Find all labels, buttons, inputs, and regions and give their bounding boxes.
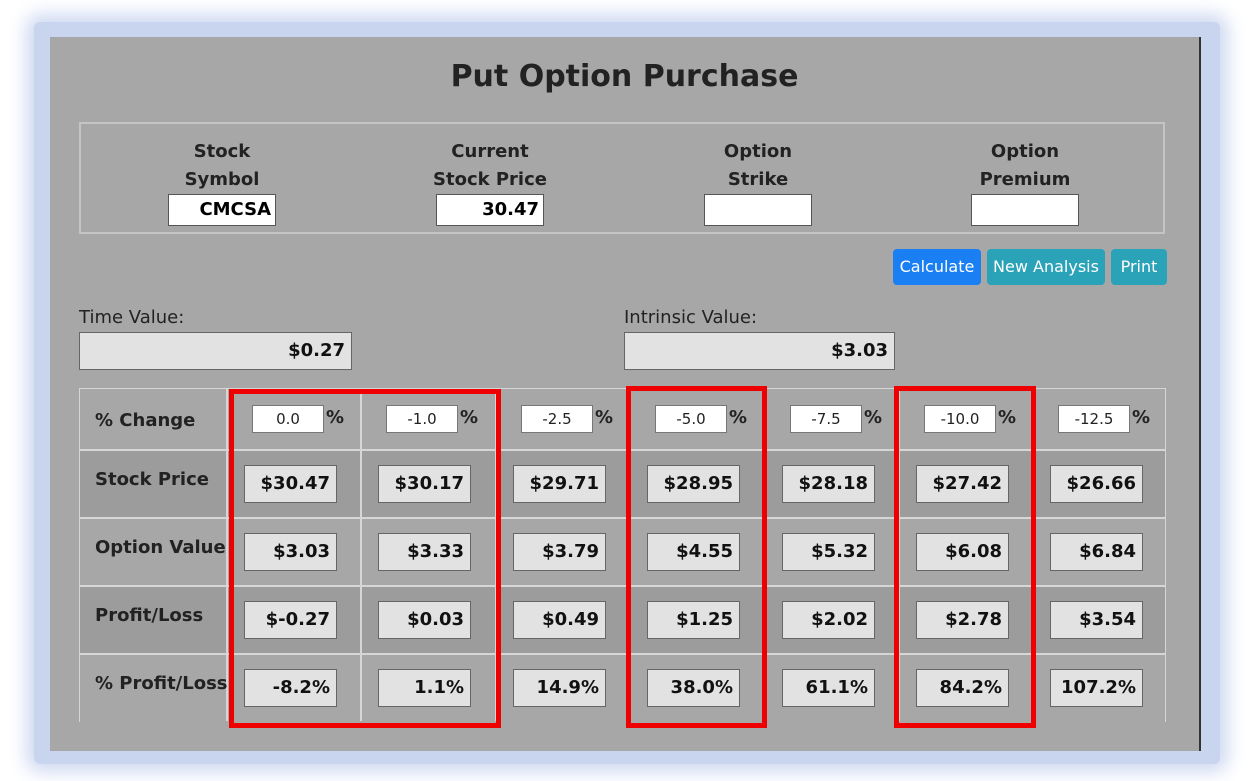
- row-label-stock-price: Stock Price: [95, 469, 209, 490]
- pct-change-input[interactable]: -2.5: [521, 405, 593, 433]
- pct-profit-loss-cell: 14.9%: [513, 669, 606, 707]
- column-divider: [226, 389, 228, 721]
- option-premium-label: Option Premium: [979, 141, 1071, 190]
- option-strike-input[interactable]: [704, 194, 812, 226]
- stock-price-cell: $28.18: [782, 465, 875, 503]
- option-value-cell: $5.32: [782, 533, 875, 571]
- option-premium-group: Option Premium: [955, 138, 1095, 226]
- pct-change-input[interactable]: -7.5: [790, 405, 862, 433]
- row-label-pct-change: % Change: [95, 410, 196, 431]
- highlight-box-3: [894, 386, 1036, 728]
- stock-symbol-input[interactable]: CMCSA: [168, 194, 276, 226]
- page-title: Put Option Purchase: [450, 59, 799, 94]
- stock-symbol-group: Stock Symbol CMCSA: [152, 138, 292, 226]
- time-value-label: Time Value:: [79, 307, 185, 328]
- stock-price-cell: $29.71: [513, 465, 606, 503]
- profit-loss-cell: $0.49: [513, 601, 606, 639]
- time-value-field: $0.27: [79, 332, 352, 370]
- intrinsic-value-label: Intrinsic Value:: [624, 307, 758, 328]
- calculate-button[interactable]: Calculate: [893, 249, 981, 285]
- print-button[interactable]: Print: [1111, 249, 1167, 285]
- option-premium-input[interactable]: [971, 194, 1079, 226]
- calculator-panel: Put Option Purchase Stock Symbol CMCSA Cu…: [50, 37, 1201, 751]
- percent-symbol: %: [595, 407, 614, 428]
- row-label-profit-loss: Profit/Loss: [95, 605, 204, 626]
- current-price-group: Current Stock Price 30.47: [420, 138, 560, 226]
- profit-loss-cell: $2.02: [782, 601, 875, 639]
- intrinsic-value-field: $3.03: [624, 332, 895, 370]
- pct-profit-loss-cell: 61.1%: [782, 669, 875, 707]
- option-value-cell: $6.84: [1050, 533, 1143, 571]
- option-strike-label: Option Strike: [723, 141, 793, 190]
- row-label-pct-profit-loss: % Profit/Loss: [95, 673, 228, 694]
- pct-change-input[interactable]: -12.5: [1058, 405, 1130, 433]
- stock-symbol-label: Stock Symbol: [184, 141, 260, 190]
- profit-loss-cell: $3.54: [1050, 601, 1143, 639]
- new-analysis-button[interactable]: New Analysis: [987, 249, 1105, 285]
- percent-symbol: %: [1132, 407, 1151, 428]
- current-price-label: Current Stock Price: [433, 141, 547, 190]
- row-label-option-value: Option Value: [95, 537, 226, 558]
- option-value-cell: $3.79: [513, 533, 606, 571]
- percent-symbol: %: [864, 407, 883, 428]
- inputs-section: Stock Symbol CMCSA Current Stock Price 30.…: [79, 122, 1165, 234]
- highlight-box-2: [626, 386, 767, 728]
- highlight-box-1: [229, 389, 501, 728]
- option-strike-group: Option Strike: [688, 138, 828, 226]
- pct-profit-loss-cell: 107.2%: [1050, 669, 1143, 707]
- stock-price-cell: $26.66: [1050, 465, 1143, 503]
- current-price-input[interactable]: 30.47: [436, 194, 544, 226]
